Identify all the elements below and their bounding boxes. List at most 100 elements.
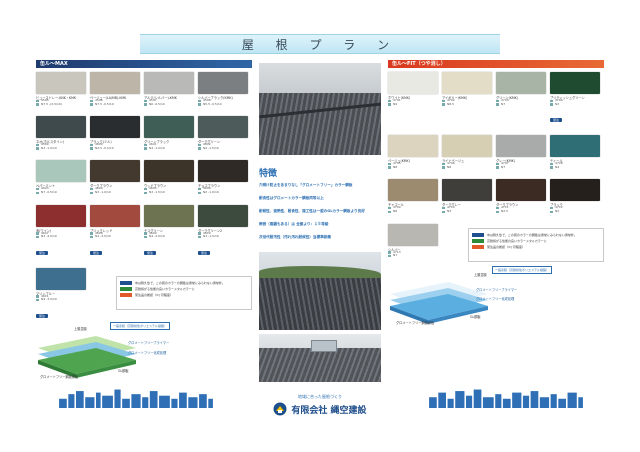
color-chip [442,135,492,158]
diagram-label-base: グロメートフリー鋼板原板 [40,375,79,379]
feature-line: 雨音（風騒もある）は 全面より：１５等級 [259,222,329,226]
color-chip [388,179,438,202]
company-logo-icon [273,402,287,416]
munsell-value: N4 -1.0/10 [144,146,194,151]
color-swatch: ブラック(ミル) 4600 N2.5 -0.5/10 [90,116,140,150]
munsell-value: N2 [550,209,600,214]
color-chip [90,72,140,94]
munsell-value: N8 [442,165,492,170]
munsell-value: N4 -3.0/10 [36,298,86,302]
right-section-header: 缶ル〜FIT（つや消し） [388,60,604,68]
feature-title: 特徴 [259,169,278,179]
color-swatch: チャコール 4709 N6 [388,179,438,213]
right-notes-box: 中は耐久性で、この間のカラーの鋼板は通常にみられない通常外。 高耐候がる性能の良… [468,228,604,262]
diagram-label-top-r: 上層塗膜 [474,273,487,277]
munsell-value: N4 [550,165,600,170]
diagram-callout-r: 一般塗膜（高耐候性ポリエステル樹脂） [492,266,553,274]
munsell-value: N3 -1.0/10 [36,146,86,151]
diagram-label-gl-r: GL鋼板 [470,315,481,319]
order-badge: 受注 [198,250,211,255]
roof-photo-bottom [259,334,381,382]
munsell-value: N3 -1.0/10 [90,190,140,195]
munsell-value: N3 -1.5/10 [198,235,248,239]
company-name: 有限会社 縄空建設 [291,405,367,416]
note-text: 受注品の確認（3ヶ月程度） [487,245,525,249]
color-swatch: ホワイト(KMK) 4701 N9 [388,72,438,125]
munsell-value: N4 -1.5/10 [198,146,248,151]
company-footer: 地域に合った屋根づくり 有限会社 縄空建設 [246,394,394,416]
order-badge: 受注 [90,250,103,255]
color-chip [36,116,86,139]
munsell-value: N8.5 [442,102,492,107]
skyline-left [59,389,213,408]
color-swatch: ベージュー(LA/MB)-KMK 4596 N7.5 -0.5/10 [90,72,140,106]
color-chip [90,160,140,183]
color-chip [550,179,600,202]
color-swatch: ビューストレー-KNK・KMK 4595 N7.5 -(2.5/10) [36,72,86,106]
munsell-value: N7.5 -(2.5/10) [36,102,86,107]
page-title-band: 屋 根 プ ラ ン [140,34,500,54]
munsell-value: N2 -1.0/10 [198,190,248,195]
color-chip [550,135,600,158]
color-swatch: ダークグリーン 4602 N4 -1.5/10 [198,116,248,150]
color-chip [496,135,546,158]
color-chip [144,160,194,183]
munsell-value: N4 -2.0/10 [144,235,194,239]
feature-line: 耐候性、遮熱性、耐食性、施工性は一般のGLカラー鋼板より良好 [259,209,365,213]
color-chip [198,204,248,227]
color-chip [388,135,438,158]
color-swatch: ウッドブラウン 4605 N3 -1.5/10 [144,160,194,194]
page-title: 屋 根 プ ラ ン [241,37,399,52]
color-swatch: シルバーブラック(KMK) 4598 N5.5 -0.5/10 [198,72,248,106]
color-swatch: ネオ(ホルスタイン) 4599 N3 -1.0/10 [36,116,86,150]
munsell-value: N9 [388,102,438,107]
color-chip [36,204,86,227]
color-swatch: ティール 4708 N4 [550,135,600,169]
diagram-label-primer: グロメートフリーブライマー [128,341,170,345]
color-chip [198,116,248,139]
color-chip [36,267,86,290]
diagram-label-gl: GL鋼板 [118,369,129,373]
note-text: 受注品の確認（3ヶ月程度） [135,293,173,297]
color-chip [388,223,438,246]
color-swatch: ベージュ(KMK) 4705 N8 [388,135,438,169]
feature-line: 次世代耐汚性（汚れ汚れ耐候性）当標準装備 [259,235,331,239]
diagram-label-coating: グロメートフリー化成処理 [128,351,167,355]
color-chip [144,116,194,139]
color-chip [442,179,492,202]
color-chip [90,204,140,227]
munsell-value: N3 -1.5/10 [144,190,194,195]
diagram-label-top: 上層塗膜 [74,327,87,331]
color-chip [550,72,600,94]
munsell-value: N3 [442,209,492,214]
munsell-value: N7 -0.5/10 [36,190,86,195]
company-tagline: 地域に合った屋根づくり [298,394,342,399]
roof-photo-top [259,63,381,155]
color-swatch: グリーンブラック 4601 N4 -1.0/10 [144,116,194,150]
munsell-value: N6 -0.5/10 [144,102,194,107]
color-swatch: ペパーミント 4603 N7 -0.5/10 [36,160,86,194]
munsell-value: N7 [388,254,438,258]
munsell-value: N3 [550,102,600,107]
color-chip [496,72,546,94]
munsell-value: N7 [496,165,546,170]
color-chip [198,160,248,183]
left-section-header: 缶ル〜MAX [36,60,252,68]
color-chip [144,72,194,94]
munsell-value: N2.5 -0.5/10 [90,146,140,151]
color-swatch: ダークブラウン 4711 N2.5 [496,179,546,213]
color-swatch: アイボリー(KMK) 4702 N8.5 [442,72,492,125]
roof-photo-middle [259,252,381,330]
color-swatch: ライトベージュ 4706 N8 [442,135,492,169]
color-chip [90,116,140,139]
color-chip [496,179,546,202]
color-swatch: ダークグレー 4710 N3 [442,179,492,213]
order-badge: 受注 [144,250,157,255]
color-chip [144,204,194,227]
munsell-value: N3 -4.0/10 [36,235,86,239]
color-chip [388,72,438,94]
munsell-value: N7.5 -0.5/10 [90,102,140,107]
feature-line: 耐食性はグロメートカラー鋼板同等以上 [259,196,324,200]
color-swatch: ブリックレッド 4608 N4 -3.5/10 受注 [90,204,140,258]
diagram-label-base-r: グロメートフリー鋼板原板 [396,321,435,325]
